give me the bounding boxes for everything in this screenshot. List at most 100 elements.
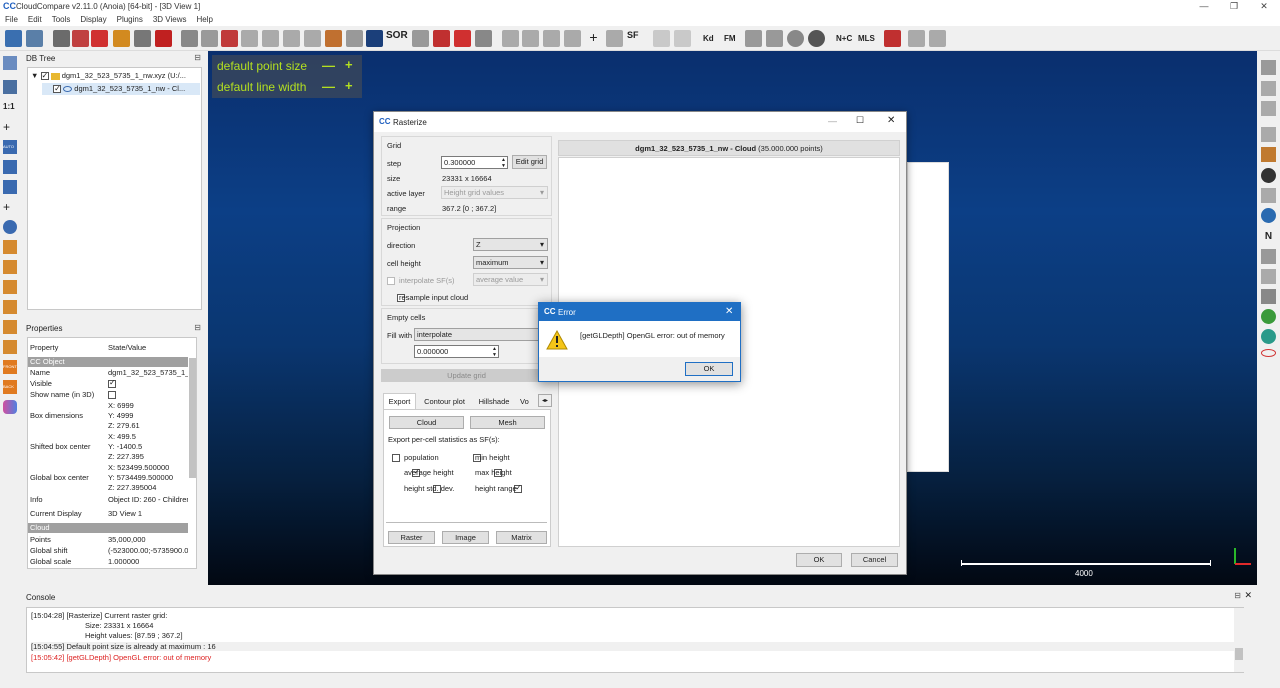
error-close-icon[interactable]: ✕ bbox=[725, 306, 733, 317]
visible-checkbox[interactable] bbox=[108, 379, 116, 389]
tree-item-cloud[interactable]: dgm1_32_523_5735_1_nw - Cl... bbox=[42, 83, 200, 95]
tab-export[interactable]: Export bbox=[383, 393, 416, 409]
sf-filter-icon[interactable] bbox=[564, 30, 581, 47]
fm-icon[interactable]: FM bbox=[724, 30, 741, 47]
shield-icon[interactable] bbox=[1261, 188, 1276, 203]
point-size-decrease-button[interactable]: — bbox=[322, 58, 335, 73]
align-icon[interactable] bbox=[412, 30, 429, 47]
raster-button[interactable]: Raster bbox=[388, 531, 435, 544]
spin-arrows-icon[interactable]: ▲ ▼ bbox=[501, 157, 506, 169]
properties-scrollbar[interactable] bbox=[189, 358, 196, 478]
menu-edit[interactable]: Edit bbox=[23, 13, 47, 24]
north-icon[interactable]: N bbox=[1261, 229, 1276, 244]
back-view-icon[interactable] bbox=[3, 300, 17, 314]
ok-button[interactable]: OK bbox=[796, 553, 842, 567]
matrix-button[interactable]: Matrix bbox=[496, 531, 547, 544]
histogram-icon[interactable] bbox=[502, 30, 519, 47]
leaf-icon[interactable] bbox=[1261, 309, 1276, 324]
close-icon[interactable]: ✕ bbox=[887, 115, 895, 126]
collapse-icon[interactable]: ▼ bbox=[31, 71, 38, 80]
interpolate-sf-select[interactable]: average value bbox=[473, 273, 548, 286]
fullscreen-icon[interactable] bbox=[1261, 60, 1276, 75]
direction-select[interactable]: Z bbox=[473, 238, 548, 251]
distance-icon[interactable] bbox=[346, 30, 363, 47]
sf-icon[interactable]: SF bbox=[627, 30, 644, 47]
tab-contour-plot[interactable]: Contour plot bbox=[417, 395, 472, 409]
maximize-icon[interactable]: ☐ bbox=[856, 115, 864, 126]
cell-height-select[interactable]: maximum bbox=[473, 256, 548, 269]
nc-icon[interactable]: N+C bbox=[836, 30, 858, 47]
sf-chart-icon[interactable] bbox=[522, 30, 539, 47]
brush-icon[interactable] bbox=[1261, 147, 1276, 162]
normals-icon[interactable] bbox=[283, 30, 300, 47]
view-icon[interactable] bbox=[3, 56, 17, 70]
undo-icon[interactable] bbox=[908, 30, 925, 47]
sf-icon-right[interactable] bbox=[1261, 208, 1276, 223]
menu-tools[interactable]: Tools bbox=[47, 13, 76, 24]
clone-icon[interactable] bbox=[134, 30, 151, 47]
perspective-icon[interactable] bbox=[3, 180, 17, 194]
point-size-increase-button[interactable]: + bbox=[345, 57, 353, 72]
octree-icon[interactable] bbox=[304, 30, 321, 47]
redo-icon[interactable] bbox=[929, 30, 946, 47]
image-button[interactable]: Image bbox=[442, 531, 489, 544]
center-icon[interactable]: + bbox=[3, 200, 17, 214]
camera-icon[interactable] bbox=[3, 80, 17, 94]
fill-with-select[interactable]: interpolate bbox=[414, 328, 548, 341]
move-icon[interactable] bbox=[53, 30, 70, 47]
tab-hillshade[interactable]: Hillshade bbox=[473, 395, 515, 409]
canupo-icon[interactable] bbox=[653, 30, 670, 47]
console-close-icon[interactable]: ✕ bbox=[1244, 590, 1252, 601]
tree-checkbox[interactable] bbox=[53, 83, 62, 95]
active-layer-select[interactable]: Height grid values bbox=[441, 186, 548, 199]
front-view-icon[interactable] bbox=[3, 260, 17, 274]
show-name-checkbox[interactable] bbox=[108, 391, 116, 400]
minimize-icon[interactable]: — bbox=[828, 116, 837, 126]
menu-file[interactable]: File bbox=[0, 13, 23, 24]
display-icon[interactable] bbox=[766, 30, 783, 47]
rgb-icon[interactable] bbox=[1261, 329, 1276, 344]
section-icon[interactable] bbox=[884, 30, 901, 47]
delete-icon[interactable] bbox=[155, 30, 172, 47]
filter-icon[interactable] bbox=[221, 30, 238, 47]
right-view-icon[interactable] bbox=[3, 320, 17, 334]
tab-scroll-arrows-icon[interactable]: ◂▸ bbox=[538, 394, 552, 407]
interpolate-sf-checkbox[interactable] bbox=[387, 276, 395, 285]
menu-3d-views[interactable]: 3D Views bbox=[148, 13, 192, 24]
crop-icon[interactable] bbox=[241, 30, 258, 47]
plane-icon[interactable] bbox=[454, 30, 471, 47]
export-mesh-button[interactable]: Mesh bbox=[470, 416, 545, 429]
globe-icon[interactable] bbox=[808, 30, 825, 47]
sf-gradient-icon[interactable] bbox=[543, 30, 560, 47]
console-scrollbar[interactable] bbox=[1234, 608, 1244, 672]
delete-sf-icon[interactable] bbox=[606, 30, 623, 47]
export-cloud-button[interactable]: Cloud bbox=[389, 416, 464, 429]
gl-filter-icon[interactable] bbox=[1261, 101, 1276, 116]
subsample-icon[interactable] bbox=[201, 30, 218, 47]
fill-value-spinbox[interactable]: 0.000000 ▲ ▼ bbox=[414, 345, 499, 358]
pin-icon[interactable]: ⊟ bbox=[194, 53, 201, 62]
menu-help[interactable]: Help bbox=[192, 13, 218, 24]
scale-1-1-icon[interactable]: 1:1 bbox=[3, 100, 17, 114]
auto-pivot-icon[interactable]: AUTO bbox=[3, 140, 17, 154]
canupo-classify-icon[interactable] bbox=[674, 30, 691, 47]
edit-grid-button[interactable]: Edit grid bbox=[512, 155, 547, 169]
pick-icon[interactable] bbox=[475, 30, 492, 47]
multiscale-icon[interactable] bbox=[1261, 269, 1276, 284]
box-icon[interactable] bbox=[262, 30, 279, 47]
merge-icon[interactable] bbox=[72, 30, 89, 47]
add-sf-icon[interactable]: + bbox=[585, 30, 602, 47]
top-view-icon[interactable] bbox=[3, 240, 17, 254]
back-iso-icon[interactable]: BACK bbox=[3, 380, 17, 394]
raster-icon[interactable] bbox=[366, 30, 383, 47]
sphere-icon[interactable] bbox=[787, 30, 804, 47]
restore-button[interactable]: ❐ bbox=[1219, 0, 1249, 13]
close-button[interactable]: ✕ bbox=[1249, 0, 1279, 13]
spin-arrows-icon[interactable]: ▲ ▼ bbox=[492, 346, 497, 358]
segment-icon[interactable] bbox=[113, 30, 130, 47]
hpr-icon[interactable] bbox=[1261, 249, 1276, 264]
front-iso-icon[interactable]: FRONT bbox=[3, 360, 17, 374]
register-icon[interactable] bbox=[433, 30, 450, 47]
left-view-icon[interactable] bbox=[3, 280, 17, 294]
pin-icon[interactable]: ⊟ bbox=[194, 323, 201, 332]
